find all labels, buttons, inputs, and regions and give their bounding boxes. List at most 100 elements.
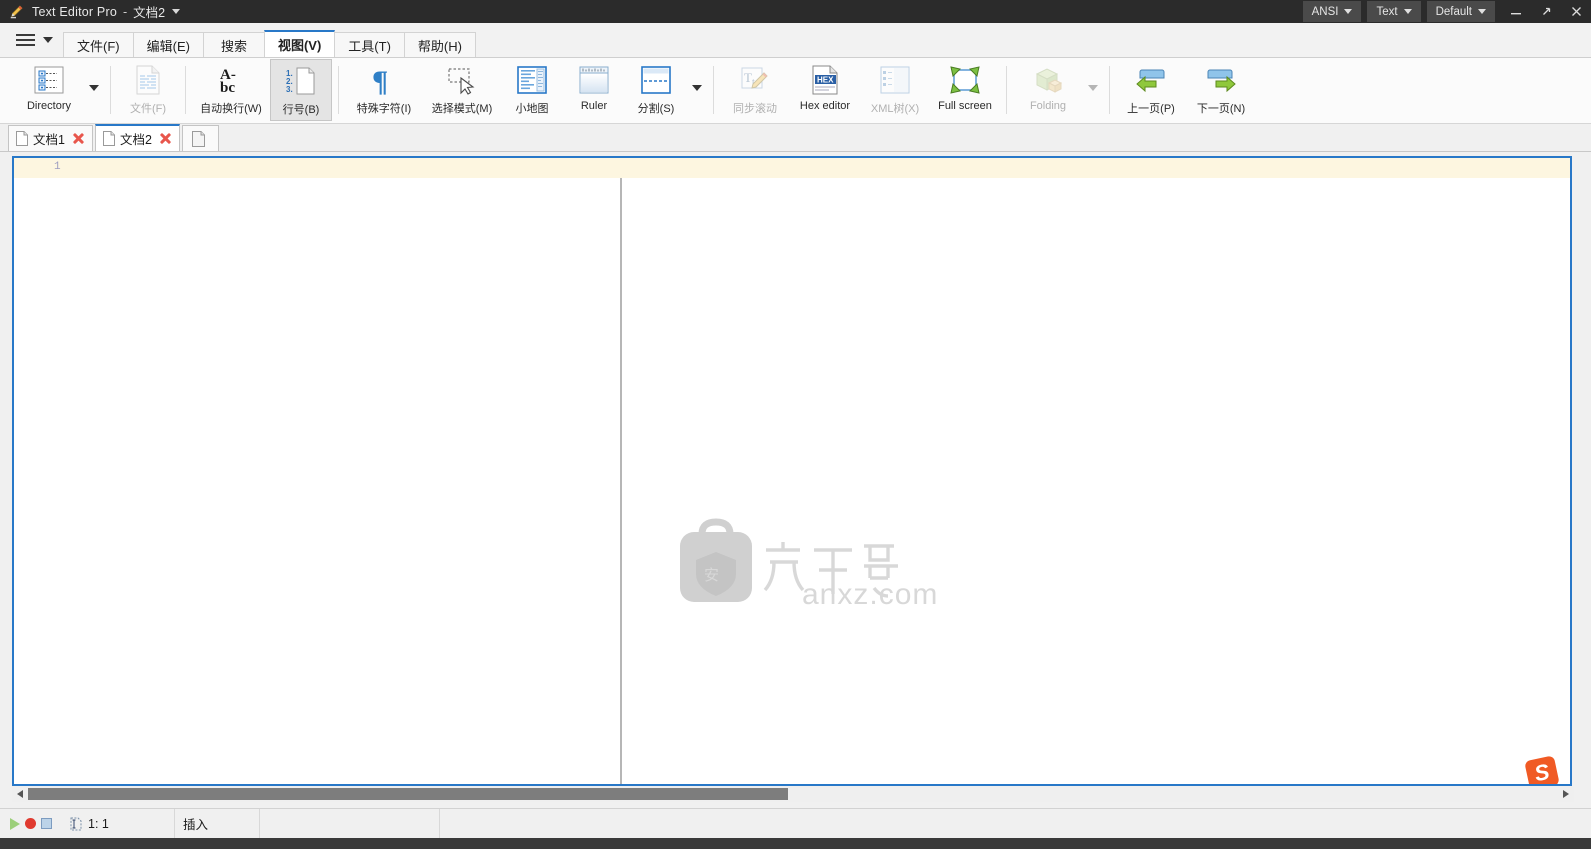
encoding-selector[interactable]: ANSI [1302, 1, 1362, 22]
hamburger-menu-icon [16, 33, 35, 47]
menu-label: 工具(T) [348, 38, 391, 54]
ribbon-button-selection-mode[interactable]: 选择模式(M) [423, 59, 501, 121]
menu-item-help[interactable]: 帮助(H) [403, 32, 476, 57]
hex-file-icon: HEX [808, 64, 842, 96]
status-bar-filler [440, 809, 1591, 839]
selection-mode-cursor-icon [445, 64, 479, 96]
ribbon-label: 下一页(N) [1196, 103, 1246, 115]
divider [1109, 66, 1110, 114]
extra-status-cell [260, 808, 440, 839]
ribbon-label: 特殊字符(I) [356, 103, 412, 115]
menu-label: 视图(V) [277, 38, 322, 53]
current-line-highlight [14, 158, 1570, 178]
ribbon-button-full-screen[interactable]: Full screen [930, 59, 1000, 121]
menu-item-view[interactable]: 视图(V) [263, 30, 336, 57]
macro-play-icon[interactable] [10, 817, 21, 830]
hamburger-menu-button[interactable] [0, 23, 63, 57]
application-window: Text Editor Pro - 文档2 ANSI Text Default [0, 0, 1591, 849]
ribbon-button-special-chars[interactable]: ¶ 特殊字符(I) [345, 59, 423, 121]
ribbon-label: 同步滚动 [733, 103, 777, 115]
document-tab-1[interactable]: 文档1 [8, 125, 93, 151]
close-button[interactable] [1561, 0, 1591, 23]
chevron-down-icon [692, 85, 702, 91]
file-icon [102, 131, 115, 146]
arrow-right-icon[interactable] [1558, 786, 1574, 802]
directory-tree-icon [32, 64, 66, 96]
ribbon-button-line-numbers[interactable]: 1. 2. 3. 行号(B) [270, 59, 332, 121]
title-bar-controls: ANSI Text Default [1302, 0, 1591, 23]
encoding-label: ANSI [1311, 5, 1339, 18]
ribbon-button-split[interactable]: 分割(S) [625, 59, 687, 121]
menu-bar: 文件(F) 编辑(E) 搜索 视图(V) 工具(T) 帮助(H) [0, 23, 1591, 58]
split-view-icon [639, 64, 673, 96]
menu-item-edit[interactable]: 编辑(E) [132, 32, 204, 57]
xml-tree-icon [878, 64, 912, 96]
svg-text:3.: 3. [286, 85, 293, 94]
ribbon-button-ruler[interactable]: Ruler [563, 59, 625, 121]
directory-dropdown[interactable] [84, 58, 104, 118]
svg-text:¶: ¶ [372, 65, 388, 95]
ribbon-label: 自动换行(W) [200, 103, 262, 115]
syntax-selector[interactable]: Text [1367, 1, 1421, 22]
line-number: 1 [54, 161, 61, 173]
pencil-icon [8, 4, 24, 20]
status-bar: 1: 1 插入 [0, 808, 1591, 839]
text-editor[interactable]: 1 安 anxz.com S [12, 156, 1572, 786]
menu-label: 文件(F) [77, 38, 120, 54]
ribbon-label: XML树(X) [870, 103, 920, 115]
horizontal-scrollbar[interactable] [12, 786, 1574, 802]
tab-label: 文档1 [33, 133, 65, 147]
full-screen-icon [948, 64, 982, 96]
document-tab-2[interactable]: 文档2 [94, 124, 180, 151]
new-document-tab[interactable] [181, 125, 219, 151]
insert-mode-label: 插入 [183, 818, 209, 832]
divider [1006, 66, 1007, 114]
close-icon[interactable] [158, 131, 173, 146]
chevron-down-icon[interactable] [172, 9, 181, 14]
insert-mode-cell[interactable]: 插入 [175, 808, 260, 839]
ribbon-toolbar: Directory 文件(F) A- bc 自动换行(W) 1. 2. 3. 行… [0, 58, 1591, 124]
menu-item-search[interactable]: 搜索 [202, 32, 265, 57]
split-dropdown[interactable] [687, 58, 707, 118]
ribbon-label: 行号(B) [282, 104, 320, 116]
chevron-down-icon [1478, 9, 1486, 14]
line-numbers-icon: 1. 2. 3. [284, 65, 318, 97]
macro-record-icon[interactable] [24, 818, 36, 829]
macro-stop-icon[interactable] [40, 818, 52, 829]
scheme-selector[interactable]: Default [1426, 1, 1495, 22]
ribbon-button-previous-page[interactable]: 上一页(P) [1116, 59, 1186, 121]
divider [110, 66, 111, 114]
menu-item-file[interactable]: 文件(F) [63, 32, 134, 57]
macro-controls [0, 809, 62, 839]
menu-item-tools[interactable]: 工具(T) [334, 32, 405, 57]
ribbon-label: 分割(S) [637, 103, 675, 115]
sync-edit-pencil-icon: T t [738, 64, 772, 96]
cursor-position-cell: 1: 1 [62, 808, 175, 839]
divider [713, 66, 714, 114]
svg-text:HEX: HEX [817, 76, 834, 85]
close-icon[interactable] [71, 131, 86, 146]
ribbon-button-next-page[interactable]: 下一页(N) [1186, 59, 1256, 121]
ribbon-button-xml-tree[interactable]: XML树(X) [860, 59, 930, 121]
scrollbar-track[interactable] [28, 787, 1558, 801]
ribbon-button-minimap[interactable]: 小地图 [501, 59, 563, 121]
scrollbar-thumb[interactable] [28, 788, 788, 800]
ruler-icon [577, 64, 611, 96]
svg-text:安: 安 [704, 567, 719, 584]
tab-label: 文档2 [119, 133, 152, 147]
watermark-text: anxz.com [802, 578, 939, 611]
maximize-button[interactable] [1531, 0, 1561, 23]
ribbon-label: 小地图 [515, 103, 549, 115]
minimize-button[interactable] [1501, 0, 1531, 23]
folding-dropdown[interactable] [1083, 58, 1103, 118]
ribbon-button-file-panel[interactable]: 文件(F) [117, 59, 179, 121]
arrow-left-icon[interactable] [12, 786, 28, 802]
ribbon-button-folding[interactable]: Folding [1013, 59, 1083, 121]
ribbon-button-word-wrap[interactable]: A- bc 自动换行(W) [192, 59, 270, 121]
ribbon-button-sync-edit[interactable]: T t 同步滚动 [720, 59, 790, 121]
split-pane-divider[interactable] [620, 178, 622, 784]
document-tab-bar: 文档1 文档2 [0, 124, 1591, 152]
ime-badge[interactable]: S [1524, 755, 1560, 784]
ribbon-button-directory[interactable]: Directory [14, 59, 84, 121]
ribbon-button-hex-editor[interactable]: HEX Hex editor [790, 59, 860, 121]
